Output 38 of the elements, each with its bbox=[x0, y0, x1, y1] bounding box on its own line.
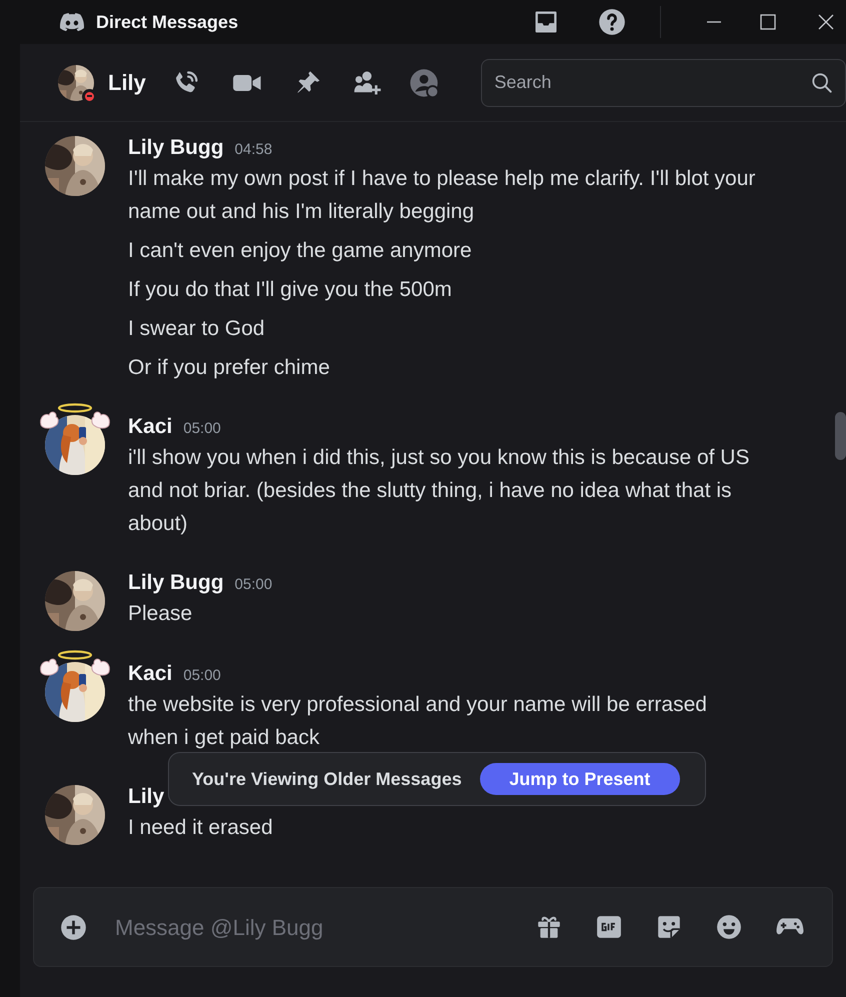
author-name[interactable]: Lily Bugg bbox=[128, 132, 224, 164]
author-name[interactable]: Kaci bbox=[128, 658, 172, 690]
sticker-icon[interactable] bbox=[656, 914, 682, 940]
message-text: the website is very professional and your name will be errased when i get paid back bbox=[128, 692, 708, 751]
message-time: 05:00 bbox=[234, 575, 272, 595]
message-time: 05:00 bbox=[183, 666, 221, 686]
author-name[interactable]: Lily Bugg bbox=[128, 567, 224, 598]
author-name[interactable]: Lily bbox=[128, 781, 164, 812]
scrollbar-thumb[interactable] bbox=[835, 412, 846, 460]
search-icon bbox=[810, 72, 833, 94]
search-input[interactable]: Search bbox=[494, 69, 811, 96]
add-icon[interactable] bbox=[60, 914, 87, 940]
user-name: Lily bbox=[108, 69, 146, 97]
message-input[interactable]: Message @Lily Bugg bbox=[115, 910, 536, 944]
message-text: I can't even enjoy the game anymore bbox=[128, 238, 473, 264]
older-messages-text: You're Viewing Older Messages bbox=[192, 768, 462, 791]
window-title: Direct Messages bbox=[96, 10, 238, 34]
message-text: I need it erased bbox=[128, 815, 274, 841]
author-name[interactable]: Kaci bbox=[128, 411, 172, 442]
message-text: I swear to God bbox=[128, 316, 266, 342]
add-friend-icon[interactable] bbox=[352, 68, 382, 96]
message-time: 04:58 bbox=[234, 140, 272, 160]
message-text: Or if you prefer chime bbox=[128, 355, 331, 381]
message-text: Please bbox=[128, 601, 194, 627]
gift-icon[interactable] bbox=[536, 914, 562, 940]
message-text: If you do that I'll give you the 500m bbox=[128, 277, 453, 303]
close-icon[interactable] bbox=[818, 14, 834, 30]
discord-logo-icon bbox=[60, 13, 84, 31]
message-time: 05:00 bbox=[183, 419, 221, 439]
jump-to-present-button[interactable]: Jump to Present bbox=[480, 763, 680, 795]
maximize-icon[interactable] bbox=[760, 14, 776, 30]
search-bar[interactable]: Search bbox=[481, 58, 846, 106]
gif-icon[interactable] bbox=[596, 914, 622, 940]
profile-icon[interactable] bbox=[409, 68, 440, 98]
message-text: I'll make my own post if I have to please help me clarify. I'll blot your name out and his I'm literally begging bbox=[128, 166, 756, 225]
help-icon[interactable] bbox=[598, 8, 626, 36]
message-text: i'll show you when i did this, just so you know this is because of US and not briar. (besides the slutty thing, i have no idea what that is about) bbox=[128, 445, 750, 537]
emoji-icon[interactable] bbox=[716, 914, 742, 940]
